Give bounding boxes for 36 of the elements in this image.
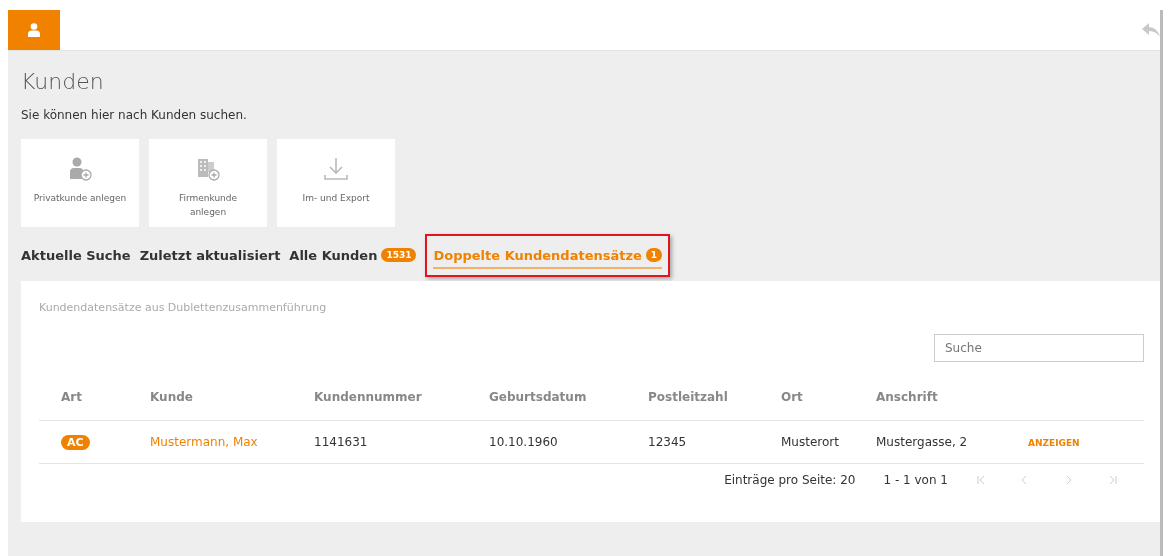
page-subtitle: Sie können hier nach Kunden suchen. [21,108,248,122]
search-field[interactable]: Suche [934,334,1144,362]
user-button[interactable] [8,10,60,50]
panel-title: Kundendatensätze aus Dublettenzusammenführung [39,301,328,314]
person-add-icon [68,157,92,181]
tile-button[interactable]: Im- und Export [277,139,395,227]
entries-per-page: Einträge pro Seite: 20 [724,473,856,487]
column-header: Art [61,390,83,404]
column-header: Postleitzahl [648,390,729,404]
page-title: Kunden [21,69,105,94]
tab[interactable]: Alle Kunden 1531 [289,247,417,263]
type-badge: AC [61,435,90,450]
table-cell-text: 1141631 [314,435,369,449]
table-cell-text: Mustergasse, 2 [876,435,969,449]
building-add-icon [196,157,220,181]
user-icon [28,23,40,37]
count-badge: 1531 [381,248,417,262]
table-cell-text: 10.10.1960 [489,435,559,449]
download-icon [324,157,348,181]
column-header: Anschrift [876,390,939,404]
next-page-icon[interactable] [1064,475,1074,485]
column-header: Kunde [150,390,194,404]
column-header: Geburtsdatum [489,390,588,404]
tile-button[interactable]: Firmenkunde anlegen [149,139,267,227]
page-range: 1 - 1 von 1 [883,473,948,487]
column-header: Ort [781,390,804,404]
table-cell-text: Musterort [781,435,840,449]
tab[interactable]: Zuletzt aktualisiert [139,247,281,263]
column-header: Kundennummer [314,390,423,404]
count-badge: 1 [645,248,663,262]
table-cell-text: 12345 [648,435,688,449]
reply-icon[interactable] [1142,23,1160,37]
tab[interactable]: Aktuelle Suche [21,247,131,263]
tile-button[interactable]: Privatkunde anlegen [21,139,139,227]
last-page-icon[interactable] [1108,475,1118,485]
first-page-icon[interactable] [976,475,986,485]
